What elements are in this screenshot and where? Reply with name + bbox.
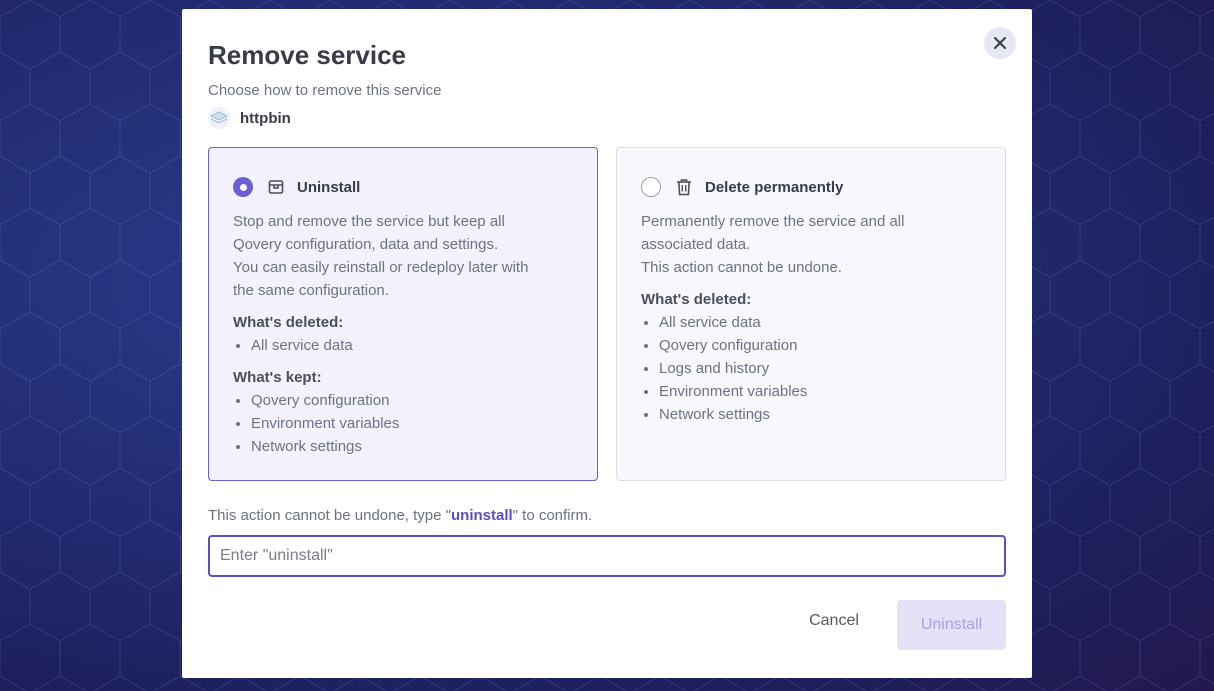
modal-title: Remove service [208, 40, 407, 70]
uninstall-button[interactable]: Uninstall [897, 600, 1006, 650]
uninstall-deleted-title: What's deleted: [233, 314, 344, 331]
list-item: Environment variables [641, 380, 981, 403]
list-item: All service data [641, 311, 981, 334]
delete-deleted-title: What's deleted: [641, 291, 752, 308]
description-line: Stop and remove the service but keep all [233, 213, 505, 230]
list-item: Qovery configuration [641, 334, 981, 357]
service-icon [208, 107, 230, 129]
service-info: httpbin [208, 107, 291, 129]
confirm-prefix: This action cannot be undone, type " [208, 507, 451, 524]
uninstall-kept-title: What's kept: [233, 369, 322, 386]
delete-radio[interactable] [641, 177, 661, 197]
package-icon [267, 178, 285, 196]
description-line: You can easily reinstall or redeploy lat… [233, 259, 529, 276]
list-item: Network settings [233, 435, 573, 458]
description-line: the same configuration. [233, 282, 389, 299]
remove-service-modal: Remove service Choose how to remove this… [182, 9, 1032, 678]
description-line: Qovery configuration, data and settings. [233, 236, 499, 253]
uninstall-title: Uninstall [297, 178, 361, 196]
list-item: Qovery configuration [233, 389, 573, 412]
list-item: Environment variables [233, 412, 573, 435]
description-line: This action cannot be undone. [641, 259, 842, 276]
close-button[interactable] [984, 27, 1016, 59]
list-item: Network settings [641, 403, 981, 426]
confirm-instruction: This action cannot be undone, type "unin… [208, 507, 592, 524]
delete-deleted-list: All service data Qovery configuration Lo… [641, 311, 981, 426]
close-icon [994, 37, 1006, 49]
delete-title: Delete permanently [705, 178, 844, 196]
option-card-uninstall[interactable]: Uninstall Stop and remove the service bu… [208, 147, 598, 481]
description-line: Permanently remove the service and all [641, 213, 905, 230]
confirm-input[interactable] [208, 535, 1006, 577]
uninstall-radio[interactable] [233, 177, 253, 197]
confirm-keyword: uninstall [451, 507, 513, 524]
list-item: Logs and history [641, 357, 981, 380]
description-line: associated data. [641, 236, 751, 253]
service-name: httpbin [240, 109, 291, 127]
uninstall-deleted-list: All service data [233, 334, 573, 357]
cancel-button[interactable]: Cancel [792, 601, 876, 641]
modal-subtitle: Choose how to remove this service [208, 82, 442, 99]
delete-description: Permanently remove the service and all a… [641, 210, 981, 279]
uninstall-description: Stop and remove the service but keep all… [233, 210, 573, 302]
option-card-delete[interactable]: Delete permanently Permanently remove th… [616, 147, 1006, 481]
trash-icon [675, 178, 693, 196]
confirm-suffix: " to confirm. [512, 507, 593, 524]
list-item: All service data [233, 334, 573, 357]
uninstall-kept-list: Qovery configuration Environment variabl… [233, 389, 573, 458]
